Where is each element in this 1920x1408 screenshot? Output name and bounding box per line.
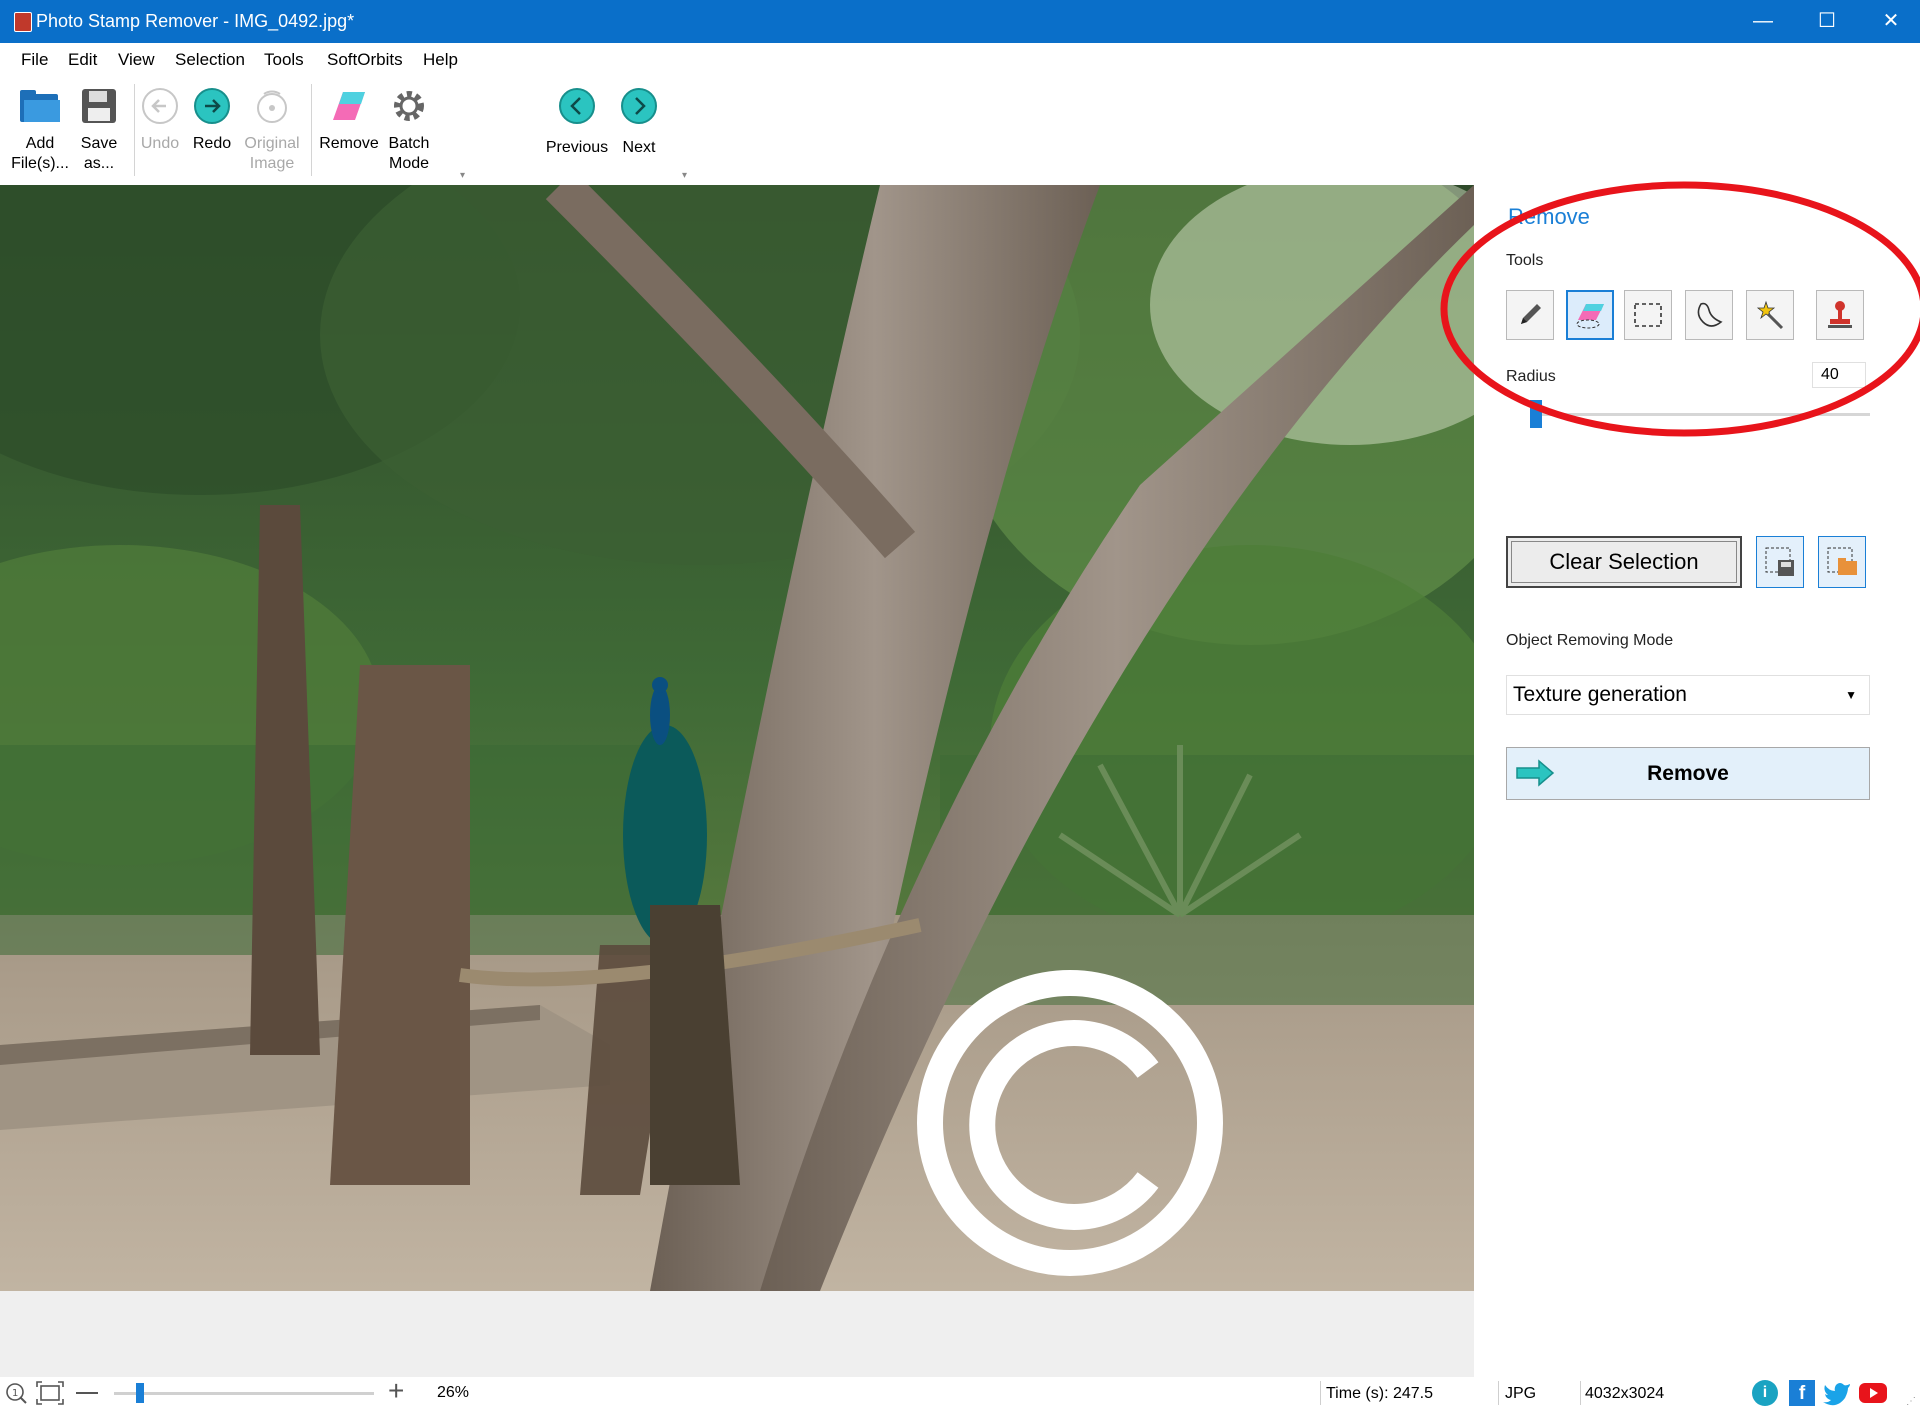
highlight-ellipse xyxy=(1440,181,1920,437)
close-button[interactable]: ✕ xyxy=(1859,0,1920,43)
youtube-icon[interactable] xyxy=(1858,1382,1888,1404)
twitter-icon[interactable] xyxy=(1822,1380,1852,1406)
status-divider xyxy=(1320,1381,1321,1405)
facebook-icon[interactable]: f xyxy=(1789,1380,1815,1406)
toolbar-overflow-icon[interactable]: ▾ xyxy=(682,170,687,181)
minimize-button[interactable]: — xyxy=(1731,0,1795,43)
toolbar-divider xyxy=(311,84,312,176)
zoom-in-icon[interactable]: + xyxy=(388,1377,404,1405)
zoom-level: 26% xyxy=(437,1384,470,1401)
image-dimensions: 4032x3024 xyxy=(1585,1385,1665,1402)
menu-softorbits[interactable]: SoftOrbits xyxy=(327,50,403,70)
resize-grip-icon[interactable]: ⋰ xyxy=(1906,1396,1916,1407)
batch-mode-label: Batch Mode xyxy=(388,135,430,172)
canvas-background xyxy=(0,1291,1474,1377)
original-image-label: Original Image xyxy=(244,135,300,172)
clear-selection-button[interactable]: Clear Selection xyxy=(1506,536,1742,588)
folder-open-icon xyxy=(18,84,62,128)
zoom-out-icon[interactable] xyxy=(76,1392,98,1394)
removing-mode-label: Object Removing Mode xyxy=(1506,632,1674,649)
button-focus-rect xyxy=(1511,541,1737,583)
toolbar-overflow-icon[interactable]: ▾ xyxy=(460,170,465,181)
save-selection-button[interactable] xyxy=(1756,536,1804,588)
previous-button[interactable]: Previous xyxy=(542,84,612,180)
redo-button[interactable]: Redo xyxy=(178,84,246,180)
image-canvas[interactable] xyxy=(0,185,1474,1291)
window-title: Photo Stamp Remover - IMG_0492.jpg* xyxy=(36,11,355,31)
maximize-button[interactable]: ☐ xyxy=(1795,0,1859,43)
menu-edit[interactable]: Edit xyxy=(68,50,97,70)
batch-mode-button[interactable]: Batch Mode xyxy=(375,84,443,180)
app-icon xyxy=(14,12,32,32)
load-selection-icon xyxy=(1827,547,1857,575)
eraser-icon xyxy=(327,84,371,128)
floppy-disk-icon xyxy=(77,84,121,128)
load-selection-button[interactable] xyxy=(1818,536,1866,588)
menu-tools[interactable]: Tools xyxy=(264,50,304,70)
file-format: JPG xyxy=(1505,1385,1537,1402)
remove-mode-label: Remove xyxy=(319,135,379,152)
previous-arrow-icon xyxy=(555,84,599,128)
menu-selection[interactable]: Selection xyxy=(175,50,245,70)
zoom-actual-size-icon[interactable]: 1 xyxy=(4,1381,28,1405)
previous-label: Previous xyxy=(545,139,609,156)
remove-button[interactable]: Remove xyxy=(1506,747,1870,800)
add-files-label: Add File(s)... xyxy=(11,135,69,172)
menu-file[interactable]: File xyxy=(21,50,48,70)
zoom-slider-track[interactable] xyxy=(114,1392,374,1395)
remove-button-label: Remove xyxy=(1647,762,1729,785)
fit-to-window-icon[interactable] xyxy=(36,1381,64,1405)
save-as-label: Save as... xyxy=(80,135,118,172)
next-label: Next xyxy=(622,139,656,156)
menu-view[interactable]: View xyxy=(118,50,155,70)
remove-mode-button[interactable]: Remove xyxy=(315,84,383,180)
status-divider xyxy=(1580,1381,1581,1405)
redo-label: Redo xyxy=(192,135,232,152)
add-files-button[interactable]: Add File(s)... xyxy=(6,84,74,180)
info-icon[interactable]: i xyxy=(1752,1380,1778,1406)
park-photo xyxy=(0,185,1474,1291)
gear-icon xyxy=(387,84,431,128)
next-arrow-icon xyxy=(617,84,661,128)
next-button[interactable]: Next xyxy=(605,84,673,180)
save-as-button[interactable]: Save as... xyxy=(65,84,133,180)
chevron-down-icon: ▼ xyxy=(1845,688,1857,702)
removing-mode-dropdown[interactable]: Texture generation ▼ xyxy=(1506,675,1870,715)
menu-help[interactable]: Help xyxy=(423,50,458,70)
processing-time: Time (s): 247.5 xyxy=(1326,1385,1433,1402)
reset-image-icon xyxy=(250,84,294,128)
status-divider xyxy=(1498,1381,1499,1405)
save-selection-icon xyxy=(1765,547,1794,576)
removing-mode-value: Texture generation xyxy=(1513,683,1687,706)
zoom-slider-thumb[interactable] xyxy=(136,1383,144,1403)
svg-text:1: 1 xyxy=(12,1388,18,1399)
original-image-button[interactable]: Original Image xyxy=(238,84,306,180)
undo-arrow-icon xyxy=(138,84,182,128)
redo-arrow-icon xyxy=(190,84,234,128)
